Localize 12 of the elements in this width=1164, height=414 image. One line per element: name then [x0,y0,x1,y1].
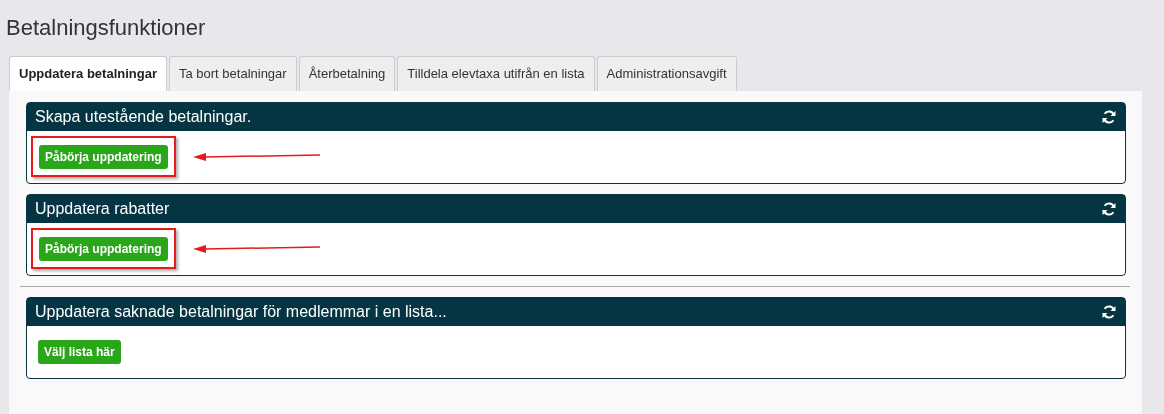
refresh-icon[interactable] [1101,108,1117,125]
tab[interactable]: Ta bort betalningar [168,56,297,91]
panel-title: Uppdatera saknade betalningar för medlemmar i en lista... [35,301,447,322]
tab[interactable]: Återbetalning [298,56,396,91]
refresh-icon[interactable] [1101,303,1117,320]
tab[interactable]: Tilldela elevtaxa utifrån en lista [397,56,595,91]
tab[interactable]: Administrationsavgift [596,56,737,91]
panel-title: Skapa utestående betalningar. [35,106,252,127]
refresh-icon[interactable] [1101,200,1117,217]
page-title: Betalningsfunktioner [6,14,207,42]
panel-title: Uppdatera rabatter [35,198,170,219]
tab[interactable]: Uppdatera betalningar [9,56,167,91]
